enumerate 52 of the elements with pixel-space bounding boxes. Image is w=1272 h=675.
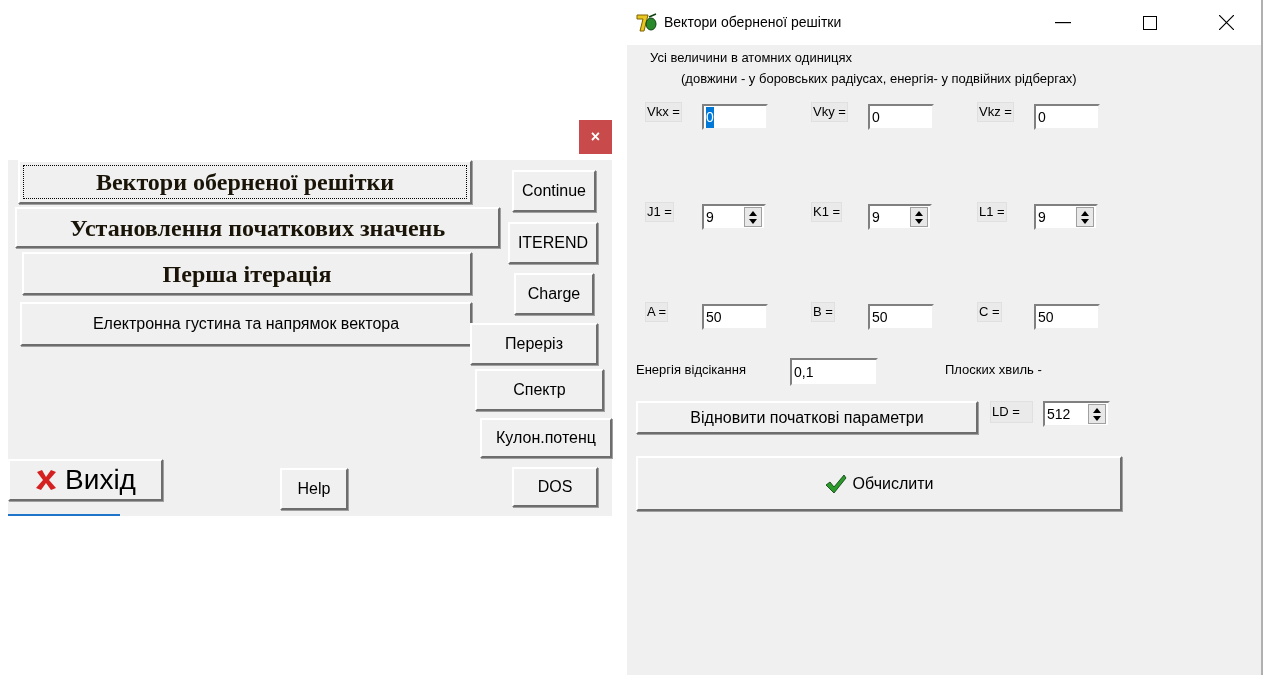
button[interactable]: Переріз xyxy=(470,323,598,365)
compute-button[interactable]: Обчислити xyxy=(636,456,1122,511)
field-label: Vkz = xyxy=(977,102,1014,122)
spin-field[interactable]: 9 xyxy=(1034,204,1098,230)
minimize-icon[interactable] xyxy=(1055,21,1071,24)
large-button[interactable]: Електронна густина та напрямок вектора xyxy=(20,302,472,346)
field-label: Енергія відсікання xyxy=(636,361,747,379)
note-text: (довжини - у боровських радіусах, енергія- у подвійних рідбергах) xyxy=(681,71,1078,87)
input-field[interactable]: 50 xyxy=(1034,304,1100,330)
maximize-icon[interactable] xyxy=(1143,15,1157,30)
large-button[interactable]: Вектори оберненої решітки xyxy=(18,160,472,204)
button[interactable]: ITEREND xyxy=(508,222,598,264)
close-icon[interactable] xyxy=(1219,15,1234,30)
field-label: Vkx = xyxy=(645,102,682,122)
large-button[interactable]: Установлення початкових значень xyxy=(15,207,500,248)
help-button[interactable]: Help xyxy=(280,468,348,510)
field-label: Vky = xyxy=(811,102,848,122)
button[interactable]: Кулон.потенц xyxy=(480,418,612,458)
field-label: K1 = xyxy=(811,202,843,222)
field-label: A = xyxy=(645,302,669,322)
spin-arrows-icon[interactable] xyxy=(1088,404,1106,424)
restore-button[interactable]: Відновити початкові параметри xyxy=(636,401,978,434)
button[interactable]: Charge xyxy=(514,273,594,315)
close-icon xyxy=(35,469,58,491)
input-field[interactable]: 50 xyxy=(702,304,768,330)
input-field[interactable]: 0 xyxy=(702,104,768,130)
input-field[interactable]: 0 xyxy=(868,104,934,130)
spin-field[interactable]: 512 xyxy=(1043,401,1110,427)
field-label: B = xyxy=(811,302,835,322)
close-button[interactable]: × xyxy=(579,120,612,154)
field-label: LD = xyxy=(990,401,1033,423)
button[interactable]: DOS xyxy=(512,467,598,507)
spin-arrows-icon[interactable] xyxy=(910,207,928,227)
spin-field[interactable]: 9 xyxy=(702,204,766,230)
input-field[interactable]: 0,1 xyxy=(790,358,878,386)
checkmark-icon xyxy=(824,473,847,494)
note-text: Усі величини в атомних одиницях xyxy=(650,50,854,66)
button[interactable]: Спектр xyxy=(475,369,604,411)
field-label: J1 = xyxy=(645,202,674,222)
plane-waves-label: Плоских хвиль - xyxy=(945,361,1042,379)
button[interactable]: Continue xyxy=(512,170,596,212)
large-button[interactable]: Перша ітерація xyxy=(22,252,472,295)
input-field[interactable]: 0 xyxy=(1034,104,1100,130)
exit-button[interactable]: Вихід xyxy=(8,459,163,501)
spin-arrows-icon[interactable] xyxy=(1076,207,1094,227)
window-title: Вектори оберненої решітки xyxy=(664,13,842,32)
input-field[interactable]: 50 xyxy=(868,304,934,330)
spin-arrows-icon[interactable] xyxy=(744,207,762,227)
spin-field[interactable]: 9 xyxy=(868,204,932,230)
app-icon xyxy=(636,12,658,33)
field-label: L1 = xyxy=(977,202,1007,222)
field-label: C = xyxy=(977,302,1002,322)
